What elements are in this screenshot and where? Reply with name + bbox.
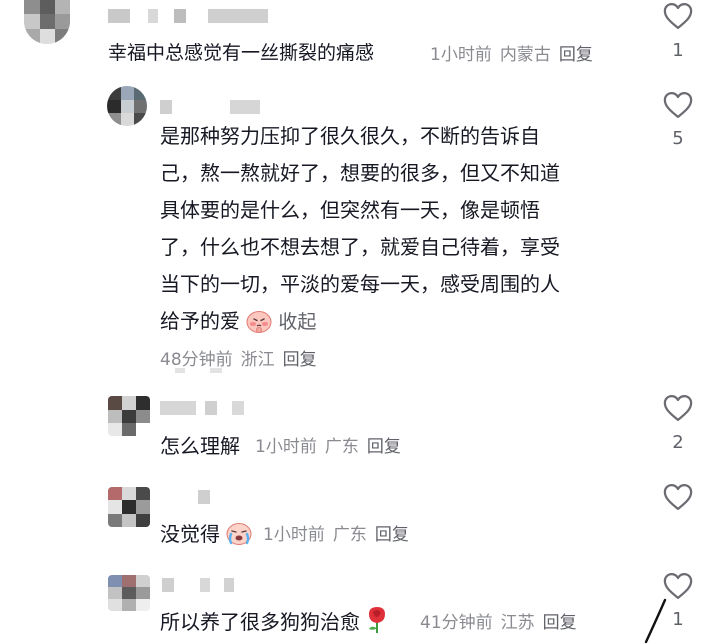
comment-line-last: 给予的爱 收起 — [160, 303, 630, 341]
comment-time: 1小时前 — [255, 437, 317, 457]
comment-meta: 1小时前 广东 回复 — [255, 432, 401, 457]
username[interactable] — [160, 401, 260, 415]
username[interactable] — [160, 578, 240, 592]
comment-meta: 1小时前 广东 回复 — [263, 520, 409, 545]
comment-time: 1小时前 — [263, 525, 325, 545]
comment-location: 广东 — [324, 437, 359, 457]
comment-location: 江苏 — [500, 613, 535, 633]
username[interactable] — [160, 100, 270, 114]
like-count: 5 — [672, 128, 684, 149]
like-count: 1 — [672, 40, 684, 61]
avatar[interactable] — [108, 396, 150, 436]
avatar[interactable] — [24, 0, 70, 44]
comment-line: 了，什么也不想去想了，就爱自己待着，享受 — [160, 235, 560, 259]
comment-line: 己，熬一熬就好了，想要的很多，但又不知道 — [160, 161, 560, 185]
comment-time: 48分钟前 — [160, 350, 233, 370]
username[interactable] — [160, 490, 220, 504]
comment-line: 具体要的是什么，但突然有一天，像是顿悟 — [160, 198, 540, 222]
reply-button[interactable]: 回复 — [283, 350, 317, 370]
comment-text: 所以养了很多狗狗治愈 — [160, 606, 388, 635]
comment-location: 广东 — [332, 525, 367, 545]
rose-emoji — [369, 607, 386, 633]
stray-pen-stroke — [644, 598, 667, 644]
heart-outline-icon[interactable] — [663, 483, 693, 511]
heart-outline-icon[interactable] — [663, 572, 693, 600]
comment-location: 浙江 — [240, 350, 275, 370]
reply-button[interactable]: 回复 — [559, 45, 593, 65]
avatar[interactable] — [108, 575, 150, 611]
blushing-face-emoji — [246, 311, 272, 333]
comment-meta: 1小时前 内蒙古 回复 — [430, 40, 593, 65]
comment-text-content: 所以养了很多狗狗治愈 — [160, 610, 360, 634]
blur-artifact — [210, 368, 222, 373]
comment-text: 是那种努力压抑了很久很久，不断的告诉自 己，熬一熬就好了，想要的很多，但又不知道… — [160, 118, 630, 341]
like-count: 2 — [672, 432, 684, 453]
heart-outline-icon[interactable] — [663, 91, 693, 119]
comment-text: 怎么理解 — [160, 434, 240, 458]
username[interactable] — [108, 9, 278, 23]
comment-time: 41分钟前 — [420, 613, 493, 633]
heart-outline-icon[interactable] — [663, 2, 693, 30]
reply-button[interactable]: 回复 — [543, 613, 577, 633]
comment-text-content: 没觉得 — [160, 522, 220, 546]
comment-line: 给予的爱 — [160, 309, 240, 333]
avatar[interactable] — [107, 86, 147, 126]
comment-text: 没觉得 — [160, 518, 252, 547]
comment-location: 内蒙古 — [499, 45, 551, 65]
comment-meta: 41分钟前 江苏 回复 — [420, 608, 577, 633]
comment-line: 是那种努力压抑了很久很久，不断的告诉自 — [160, 124, 540, 148]
collapse-button[interactable]: 收起 — [278, 311, 316, 333]
blur-artifact — [175, 368, 185, 373]
crying-face-emoji — [226, 523, 252, 545]
heart-outline-icon[interactable] — [663, 394, 693, 422]
comment-time: 1小时前 — [430, 45, 492, 65]
comment-line: 当下的一切，平淡的爱每一天，感受周围的人 — [160, 272, 560, 296]
avatar[interactable] — [108, 487, 150, 527]
reply-button[interactable]: 回复 — [375, 525, 409, 545]
reply-button[interactable]: 回复 — [367, 437, 401, 457]
comment-meta: 48分钟前 浙江 回复 — [160, 345, 317, 370]
comment-text: 幸福中总感觉有一丝撕裂的痛感 — [108, 42, 375, 64]
